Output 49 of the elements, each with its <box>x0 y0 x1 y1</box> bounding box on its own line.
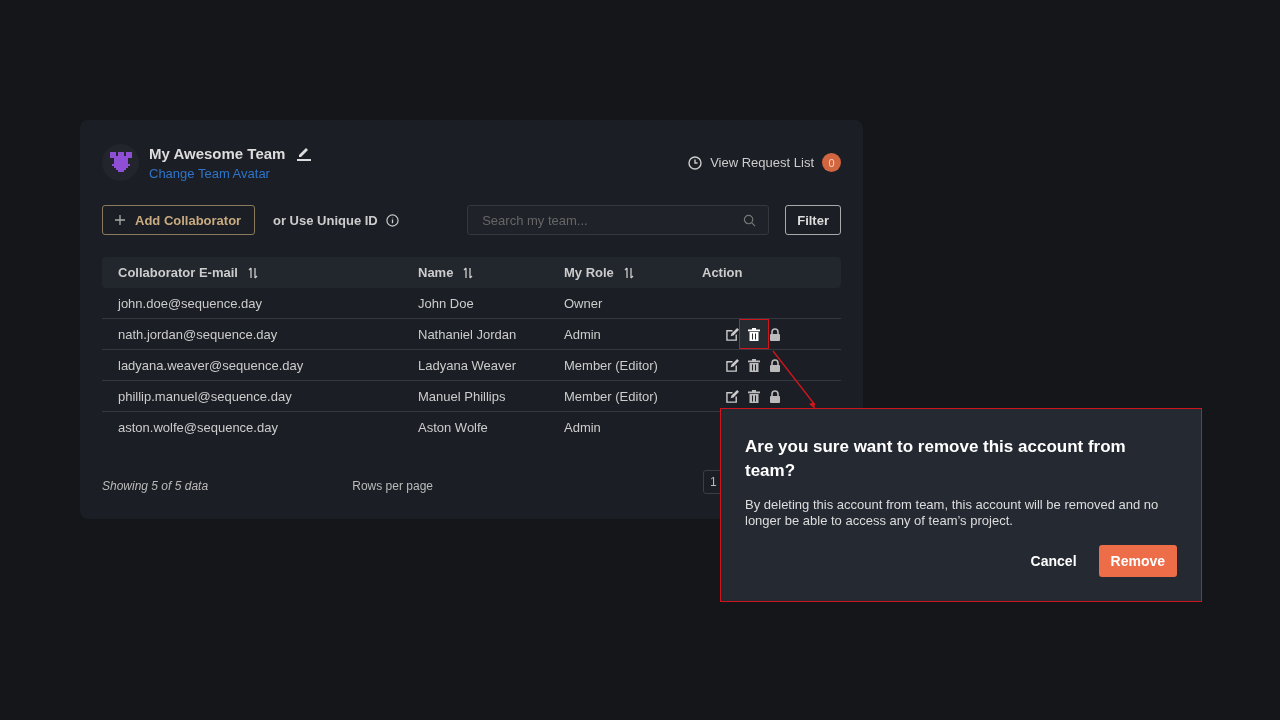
table-cell-text: john.doe@sequence.day <box>116 295 264 311</box>
sort-icon[interactable] <box>463 266 474 279</box>
sort-icon[interactable] <box>623 266 634 279</box>
table-cell-text: Admin <box>564 326 602 342</box>
rows-per-page-label: Rows per page <box>352 479 433 493</box>
column-header: Name <box>418 265 454 280</box>
plus-icon <box>115 215 125 225</box>
search-icon <box>743 213 757 227</box>
lock-icon[interactable] <box>769 358 781 372</box>
table-cell-text: Manuel Phillips <box>418 388 507 404</box>
delete-icon[interactable] <box>739 319 769 349</box>
unique-id-label[interactable]: or Use Unique ID <box>273 212 378 228</box>
table-cell-text: Aston Wolfe <box>418 420 489 435</box>
table-cell-text: Ladyana Weaver <box>418 357 518 373</box>
table-cell-text: nath.jordan@sequence.day <box>117 326 279 342</box>
table-cell-text: phillip.manuel@sequence.day <box>117 388 293 404</box>
table-cell-text: John Doe <box>418 295 475 311</box>
table-cell-text: aston.wolfe@sequence.day <box>117 420 279 435</box>
sort-icon[interactable] <box>247 266 258 279</box>
column-header: My Role <box>564 265 614 280</box>
table-cell-text: Owner <box>564 295 604 311</box>
team-avatar-icon <box>102 144 139 181</box>
request-list-link[interactable]: View Request List <box>710 155 814 170</box>
cancel-button[interactable]: Cancel <box>1030 553 1077 569</box>
column-header: Collaborator E-mail <box>118 265 238 280</box>
team-name: My Awesome Team <box>149 144 286 162</box>
search-field[interactable]: Search my team... <box>467 205 770 235</box>
edit-icon[interactable] <box>726 389 739 403</box>
clock-icon <box>688 155 703 170</box>
edit-icon[interactable] <box>297 145 312 161</box>
add-collaborator-button[interactable]: Add Collaborator <box>102 205 255 235</box>
column-header: Action <box>702 265 743 280</box>
table-cell-text: Nathaniel Jordan <box>418 326 518 342</box>
lock-icon[interactable] <box>769 389 781 403</box>
filter-button[interactable]: Filter <box>785 205 841 235</box>
table-cell-text: Admin <box>564 420 602 435</box>
search-input[interactable]: Search my team... <box>480 211 744 229</box>
table-cell-text: Member (Editor) <box>564 388 659 404</box>
dialog-message: By deleting this account from team, this account will be removed and no longer be able to access any of team’s project. <box>745 497 1160 529</box>
change-avatar-link[interactable]: Change Team Avatar <box>149 165 312 181</box>
edit-icon[interactable] <box>726 327 739 341</box>
table-cell-text: Member (Editor) <box>564 357 659 373</box>
dialog-title: Are you sure want to remove this account from team? <box>745 436 1127 482</box>
edit-icon[interactable] <box>726 358 739 372</box>
request-count-badge: 0 <box>822 153 841 172</box>
showing-count: Showing 5 of 5 data <box>102 479 209 493</box>
table-cell-text: ladyana.weaver@sequence.day <box>117 357 305 373</box>
info-icon <box>385 213 399 227</box>
lock-icon[interactable] <box>769 327 781 341</box>
